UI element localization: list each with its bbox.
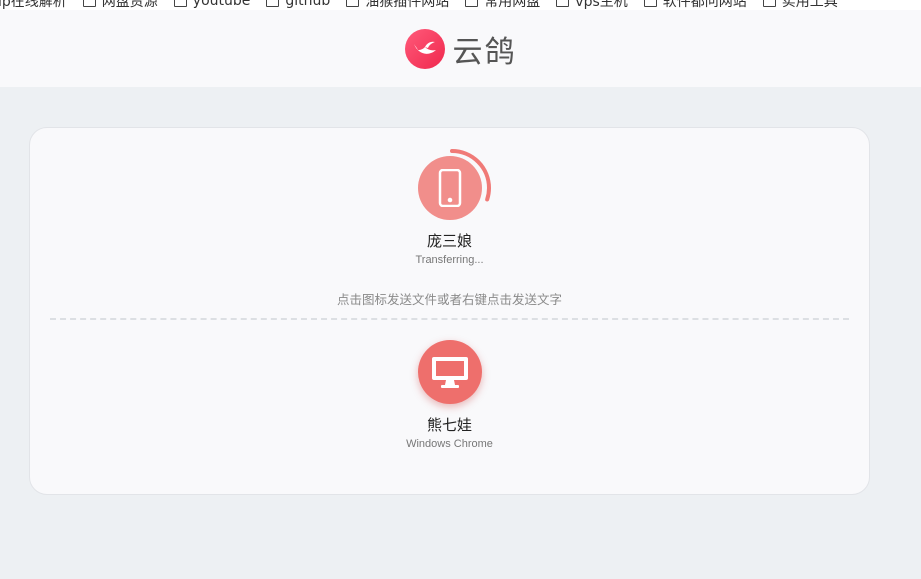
bookmark-label: 常用网盘 xyxy=(484,0,541,10)
hint-text: 点击图标发送文件或者右键点击发送文字 xyxy=(336,292,562,307)
bookmark-label: ip在线解析 xyxy=(0,0,67,10)
bookmark-label: youtube xyxy=(192,0,251,9)
folder-icon xyxy=(173,0,187,7)
bookmark-ip-lookup[interactable]: ip在线解析 xyxy=(0,0,67,10)
bookmark-vps[interactable]: vps主机 xyxy=(556,0,628,10)
peer-device-status: Transferring... xyxy=(415,254,484,266)
desktop-icon xyxy=(431,357,468,388)
bookmark-label: github xyxy=(285,0,331,9)
self-device-name: 熊七娃 xyxy=(426,416,472,434)
bookmark-tools[interactable]: 实用工具 xyxy=(762,0,838,10)
bookmark-netdisk-resources[interactable]: 网盘资源 xyxy=(82,0,158,10)
pigeon-logo-icon xyxy=(404,28,445,69)
bookmark-userscripts[interactable]: 油猴插件网站 xyxy=(346,0,449,10)
self-device: 熊七娃 Windows Chrome xyxy=(350,340,550,450)
peer-device-name: 庞三娘 xyxy=(426,232,472,250)
logo: 云鸽 xyxy=(404,27,517,71)
bookmark-software[interactable]: 软件都问网站 xyxy=(643,0,747,10)
app-name: 云鸽 xyxy=(452,34,517,70)
folder-icon xyxy=(82,0,96,7)
self-device-platform: Windows Chrome xyxy=(406,438,493,450)
folder-icon xyxy=(346,0,360,7)
folder-icon xyxy=(643,0,657,7)
transfer-progress-ring xyxy=(412,149,491,226)
bookmark-label: 油猴插件网站 xyxy=(365,0,450,10)
folder-icon xyxy=(266,0,280,7)
divider xyxy=(50,318,849,320)
bookmark-youtube[interactable]: youtube xyxy=(173,0,251,9)
device-panel: 庞三娘 Transferring... 点击图标发送文件或者右键点击发送文字 熊… xyxy=(29,127,870,495)
bookmark-label: 实用工具 xyxy=(781,0,838,10)
peer-device-avatar[interactable] xyxy=(412,149,491,226)
bookmark-github[interactable]: github xyxy=(266,0,330,9)
peer-device[interactable]: 庞三娘 Transferring... xyxy=(350,149,550,266)
app-header: 云鸽 xyxy=(0,10,921,87)
bookmarks-bar: ip在线解析 网盘资源 youtube github 油猴插件网站 常用网盘 v… xyxy=(0,0,921,10)
bookmark-label: 网盘资源 xyxy=(101,0,158,10)
self-device-avatar xyxy=(417,340,482,404)
bookmark-label: vps主机 xyxy=(575,0,628,10)
bookmark-label: 软件都问网站 xyxy=(662,0,747,10)
folder-icon xyxy=(556,0,570,7)
bookmark-common-netdisk[interactable]: 常用网盘 xyxy=(465,0,540,10)
folder-icon xyxy=(762,0,776,7)
folder-icon xyxy=(465,0,479,7)
